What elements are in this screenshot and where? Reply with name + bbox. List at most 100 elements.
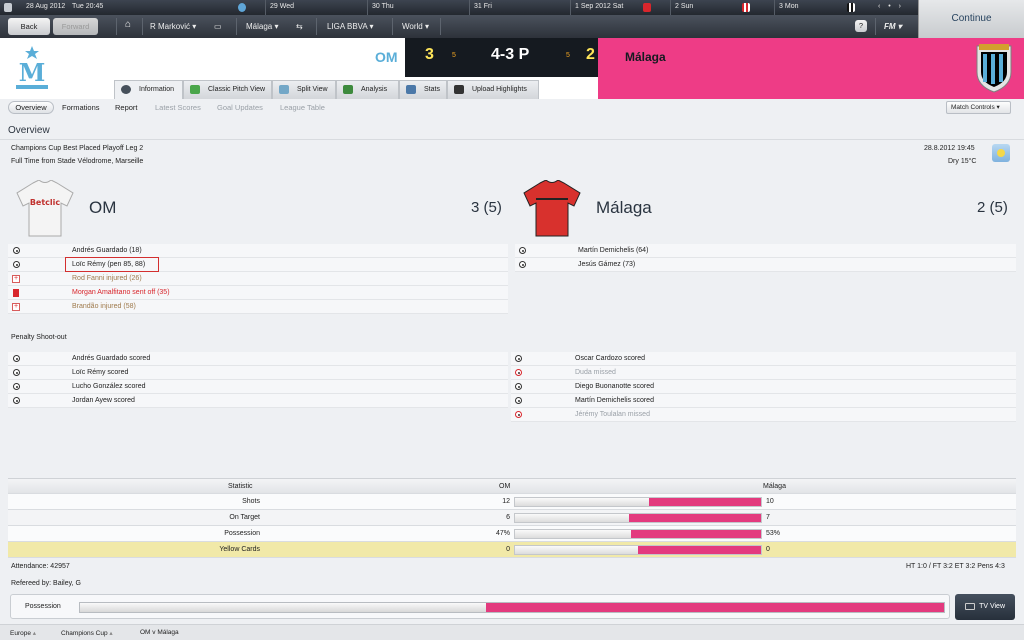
- day-3[interactable]: 3 Mon: [779, 3, 798, 10]
- stat-home-fill: [515, 546, 638, 554]
- stats-header: Statistic OM Málaga: [8, 478, 1016, 494]
- match-controls-dropdown[interactable]: Match Controls ▾: [946, 101, 1011, 114]
- home-event-injury: Rod Fanni injured (26): [72, 275, 142, 282]
- penalty-scored-icon: [13, 355, 20, 362]
- away-pens: 5: [566, 52, 570, 59]
- aggregate-score: 4-3 P: [491, 46, 530, 63]
- day-2[interactable]: 2 Sun: [675, 3, 693, 10]
- home-pens: 5: [452, 52, 456, 59]
- tab-analysis[interactable]: Analysis: [336, 80, 399, 99]
- stats-header-home: OM: [499, 483, 511, 490]
- away-team-name: Málaga: [625, 50, 666, 64]
- tab-classic-pitch-view[interactable]: Classic Pitch View: [183, 80, 272, 99]
- tab-stats[interactable]: Stats: [399, 80, 447, 99]
- weather-text: Dry 15°C: [948, 158, 977, 165]
- tab-split-view[interactable]: Split View: [272, 80, 336, 99]
- stats-header-away: Málaga: [763, 483, 786, 490]
- stat-away-value: 53%: [766, 530, 781, 537]
- match-datetime: 28.8.2012 19:45: [924, 145, 975, 152]
- om-crest-icon: M: [16, 46, 48, 89]
- possession-panel: Possession: [10, 594, 950, 619]
- stat-away-fill: [649, 498, 761, 506]
- stat-away-fill: [628, 514, 761, 522]
- navigation-bar: Back Forward ⌂ R Marković ▾ ▭ Málaga ▾ ⇆…: [0, 15, 918, 38]
- tab-upload-highlights[interactable]: Upload Highlights: [447, 80, 539, 99]
- subtab-formations[interactable]: Formations: [62, 103, 100, 112]
- league-menu[interactable]: LIGA BBVA ▾: [327, 22, 374, 31]
- penalty-missed-icon: [515, 411, 522, 418]
- away-kit-icon: [523, 180, 581, 237]
- stats-header-statistic: Statistic: [228, 483, 253, 490]
- stat-bar: [514, 545, 762, 555]
- current-time: Tue 20:45: [72, 3, 104, 10]
- home-event-red-card: Morgan Amalfitano sent off (35): [72, 289, 170, 296]
- breadcrumb-item[interactable]: Europe ▴: [10, 629, 36, 637]
- world-menu[interactable]: World ▾: [402, 22, 429, 31]
- stat-label: Shots: [242, 498, 260, 505]
- red-card-icon: [13, 289, 19, 297]
- calendar-icon: [4, 3, 12, 12]
- club-menu[interactable]: Málaga ▾: [246, 22, 279, 31]
- tab-information[interactable]: Information: [114, 80, 183, 99]
- stat-row: Yellow Cards 0 0: [8, 542, 1016, 558]
- away-event-goal: Jesús Gámez (73): [578, 261, 636, 268]
- back-button[interactable]: Back: [8, 18, 50, 35]
- stat-away-value: 7: [766, 514, 770, 521]
- home-icon[interactable]: ⌂: [125, 19, 131, 30]
- home-shootout-item: Lucho González scored: [72, 383, 146, 390]
- home-event-goal: Loïc Rémy (pen 85, 88): [72, 261, 146, 268]
- goal-icon: [13, 261, 20, 268]
- goal-icon: [519, 247, 526, 254]
- marker-icon: [238, 3, 246, 12]
- stat-home-value: 0: [506, 546, 510, 553]
- score-summary: HT 1:0 / FT 3:2 ET 3:2 Pens 4:3: [906, 563, 1005, 570]
- goal-icon: [519, 261, 526, 268]
- away-shootout-item: Diego Buonanotte scored: [575, 383, 654, 390]
- manager-menu[interactable]: R Marković ▾: [150, 22, 196, 31]
- home-event-injury: Brandão injured (58): [72, 303, 136, 310]
- day-30[interactable]: 30 Thu: [372, 3, 394, 10]
- away-event-goal: Martín Demichelis (64): [578, 247, 649, 254]
- injury-icon: +: [12, 303, 20, 311]
- help-button[interactable]: ?: [855, 20, 867, 32]
- stat-away-fill: [638, 546, 761, 554]
- home-shootout-item: Andrés Guardado scored: [72, 355, 151, 362]
- stat-home-value: 6: [506, 514, 510, 521]
- stat-away-value: 10: [766, 498, 774, 505]
- forward-button[interactable]: Forward: [53, 18, 98, 35]
- day-29[interactable]: 29 Wed: [270, 3, 294, 10]
- transfer-icon[interactable]: ⇆: [296, 22, 303, 31]
- breadcrumb-item[interactable]: OM v Málaga: [140, 629, 179, 636]
- dots-icon[interactable]: ‹ • ›: [878, 3, 904, 10]
- home-shootout-item: Jordan Ayew scored: [72, 397, 135, 404]
- away-shootout-item: Martín Demichelis scored: [575, 397, 654, 404]
- subtab-latest-scores[interactable]: Latest Scores: [155, 103, 201, 112]
- breadcrumb-item[interactable]: Champions Cup ▴: [61, 629, 113, 637]
- home-kit-icon: Betclic: [16, 180, 74, 237]
- stat-home-value: 12: [502, 498, 510, 505]
- fm-menu[interactable]: FM ▾: [884, 22, 902, 31]
- continue-button[interactable]: Continue: [918, 0, 1024, 38]
- inbox-icon[interactable]: ▭: [214, 22, 222, 31]
- tv-view-button[interactable]: TV View: [955, 594, 1015, 620]
- subtab-league-table[interactable]: League Table: [280, 103, 325, 112]
- subtab-overview[interactable]: Overview: [8, 101, 54, 114]
- attendance-text: Attendance: 42957: [11, 563, 70, 570]
- match-club-icon: [742, 3, 750, 12]
- away-score-line: 2 (5): [977, 199, 1008, 216]
- day-1-sep[interactable]: 1 Sep 2012 Sat: [575, 3, 623, 10]
- competition-text: Champions Cup Best Placed Playoff Leg 2: [11, 145, 144, 152]
- possession-label: Possession: [25, 603, 61, 610]
- penalty-scored-icon: [13, 369, 20, 376]
- day-31[interactable]: 31 Fri: [474, 3, 492, 10]
- home-score-line: 3 (5): [471, 199, 502, 216]
- subtab-report[interactable]: Report: [115, 103, 138, 112]
- stat-row: Possession 47% 53%: [8, 526, 1016, 542]
- breadcrumb: Europe ▴ Champions Cup ▴ OM v Málaga: [0, 624, 1024, 640]
- stat-label: Yellow Cards: [219, 546, 260, 553]
- result-text: Full Time from Stade Vélodrome, Marseill…: [11, 158, 144, 165]
- penalty-scored-icon: [515, 383, 522, 390]
- subtab-goal-updates[interactable]: Goal Updates: [217, 103, 263, 112]
- injury-icon: +: [12, 275, 20, 283]
- referee-text: Refereed by: Bailey, G: [11, 580, 81, 587]
